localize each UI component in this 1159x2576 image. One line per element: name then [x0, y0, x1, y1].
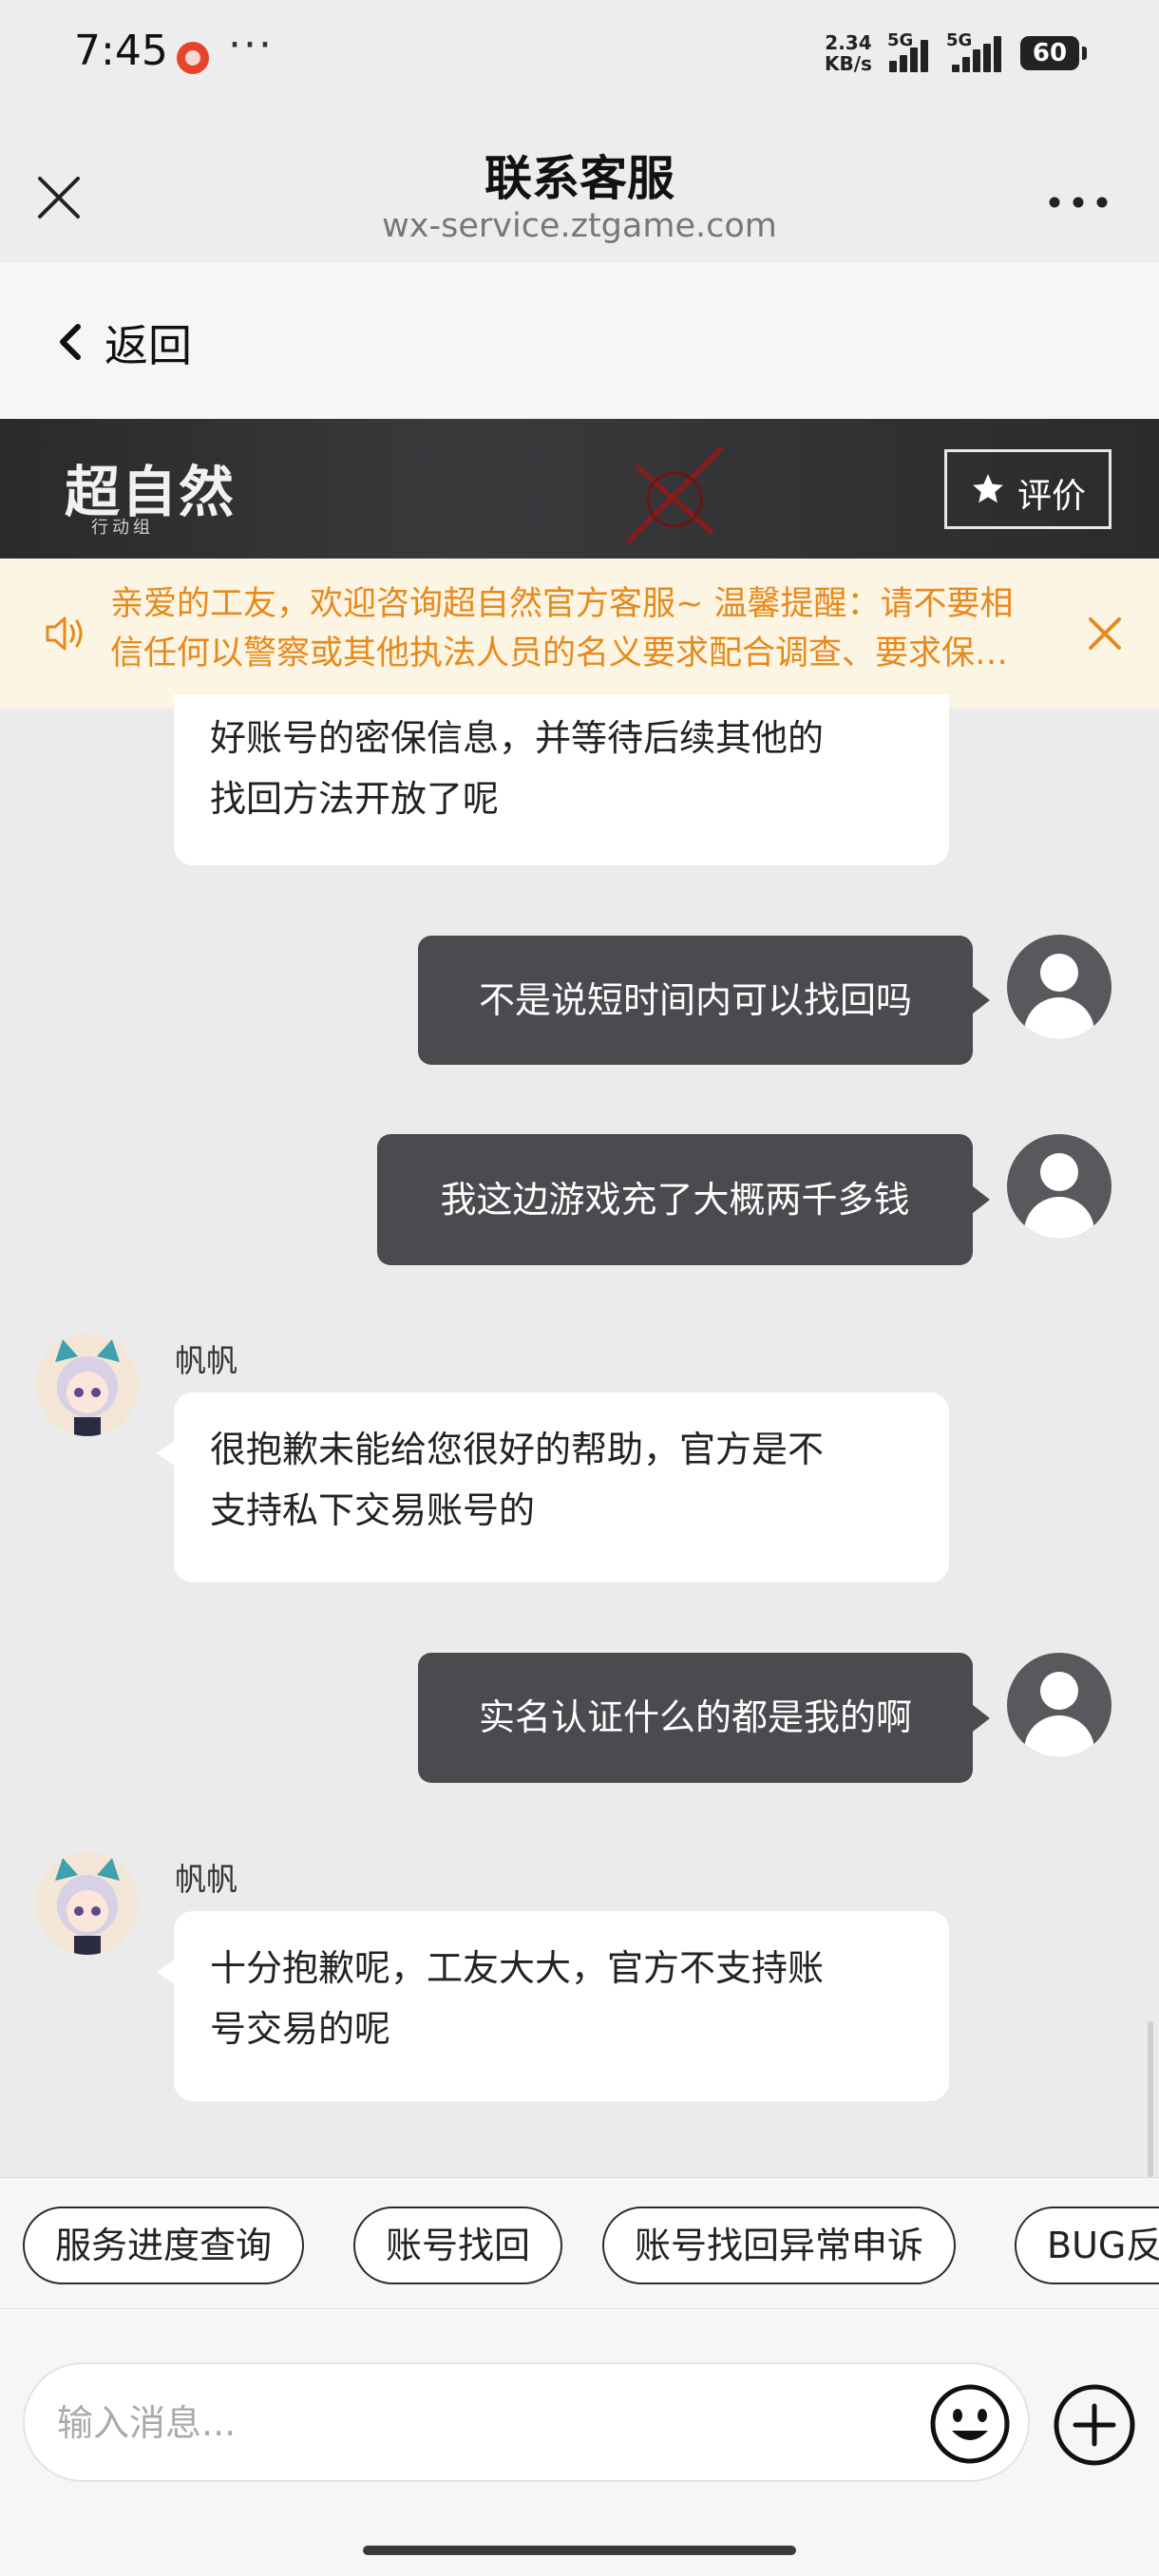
quick-reply-recovery-appeal[interactable]: 账号找回异常申诉: [602, 2207, 957, 2284]
agent-message-bubble: 好账号的密保信息，并等待后续其他的 找回方法开放了呢: [174, 694, 949, 865]
agent-avatar: [36, 1334, 139, 1436]
quick-reply-bug-report[interactable]: BUG反馈: [1015, 2207, 1159, 2284]
game-logo-subtitle: 行动组: [91, 518, 154, 538]
bubble-tail: [157, 1959, 176, 1985]
user-message-bubble: 我这边游戏充了大概两千多钱: [377, 1134, 990, 1265]
user-avatar: [1007, 1653, 1112, 1757]
agent-avatar-icon: [55, 1339, 120, 1436]
network-speed-unit: KB/s: [825, 52, 872, 75]
webview-title-bar: 联系客服 wx-service.ztgame.com: [0, 112, 1159, 262]
app-notification-icon: [177, 42, 209, 74]
rate-button[interactable]: 评价: [944, 449, 1112, 529]
signal-icon-sim2: 5G: [946, 30, 1007, 72]
bubble-tail: [157, 1440, 176, 1467]
quick-reply-account-recovery[interactable]: 账号找回: [353, 2207, 563, 2284]
notice-line-1: 亲爱的工友，欢迎咨询超自然官方客服~ 温馨提醒：请不要相: [110, 585, 1014, 623]
user-avatar: [1007, 935, 1112, 1039]
speaker-icon: [46, 616, 83, 651]
chevron-left-icon: [60, 324, 81, 360]
user-avatar: [1007, 1134, 1112, 1239]
add-attachment-icon[interactable]: [1053, 2383, 1136, 2467]
sim2-network-type: 5G: [946, 30, 973, 50]
message-text-line: 十分抱歉呢，工友大大，官方不支持账: [210, 1947, 825, 1989]
user-message-bubble: 不是说短时间内可以找回吗: [418, 936, 990, 1065]
agent-avatar: [36, 1852, 139, 1955]
agent-name: 帆帆: [175, 1861, 238, 1898]
message-text-line: 好账号的密保信息，并等待后续其他的: [210, 717, 825, 759]
status-time: 7:45: [74, 27, 168, 75]
home-indicator[interactable]: [363, 2546, 796, 2555]
message-text-line: 支持私下交易账号的: [210, 1489, 536, 1531]
page-title: 联系客服: [484, 151, 674, 206]
signal-icon-sim1: 5G: [887, 30, 935, 72]
agent-name: 帆帆: [175, 1342, 238, 1379]
back-bar: 返回: [0, 262, 1159, 419]
status-bar: 7:45 ··· 2.34 KB/s 5G 5G 60: [0, 0, 1159, 112]
notice-banner: 亲爱的工友，欢迎咨询超自然官方客服~ 温馨提醒：请不要相 信任何以警察或其他执法…: [0, 559, 1159, 709]
back-label: 返回: [104, 320, 192, 371]
more-options-icon[interactable]: [1045, 188, 1112, 217]
notice-text: 亲爱的工友，欢迎咨询超自然官方客服~ 温馨提醒：请不要相 信任何以警察或其他执法…: [110, 579, 1051, 678]
emoji-icon[interactable]: [929, 2383, 1011, 2465]
message-text-line: 找回方法开放了呢: [210, 778, 500, 820]
quick-reply-bar: 服务进度查询 账号找回 账号找回异常申诉 BUG反馈: [0, 2177, 1159, 2308]
notice-line-2: 信任何以警察或其他执法人员的名义要求配合调查、要求保…: [110, 635, 1009, 672]
star-icon: [973, 474, 1003, 503]
composer-bar: [0, 2308, 1159, 2576]
quick-reply-service-progress[interactable]: 服务进度查询: [23, 2207, 305, 2284]
battery-icon: 60: [1020, 36, 1087, 70]
banner-decoration-icon: [625, 447, 724, 544]
message-text-line: 号交易的呢: [210, 2008, 391, 2050]
agent-message-bubble: 十分抱歉呢，工友大大，官方不支持账 号交易的呢: [174, 1911, 949, 2101]
user-message-bubble: 实名认证什么的都是我的啊: [418, 1653, 990, 1783]
notice-close-icon[interactable]: [1085, 614, 1125, 653]
message-input-container: [23, 2362, 1030, 2482]
message-input[interactable]: [55, 2393, 910, 2453]
network-speed-value: 2.34: [825, 31, 872, 54]
agent-message-bubble: 很抱歉未能给您很好的帮助，官方是不 支持私下交易账号的: [174, 1392, 949, 1582]
game-banner: 超自然 行动组 评价: [0, 419, 1159, 559]
message-text-line: 很抱歉未能给您很好的帮助，官方是不: [210, 1429, 825, 1470]
chat-scrollbar[interactable]: [1148, 2021, 1153, 2177]
page-url: wx-service.ztgame.com: [382, 207, 777, 245]
agent-avatar-icon: [55, 1858, 120, 1955]
network-speed: 2.34 KB/s: [825, 32, 872, 74]
status-more-icon: ···: [228, 21, 274, 69]
rate-label: 评价: [1017, 477, 1087, 516]
